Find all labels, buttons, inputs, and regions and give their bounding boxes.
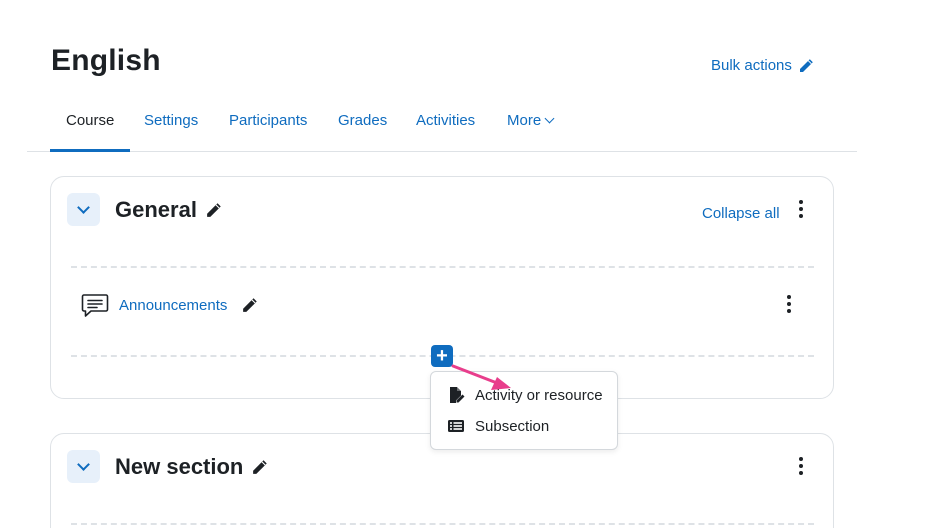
bulk-actions-label: Bulk actions [711, 57, 792, 74]
course-nav-tabs: Course Settings Participants Grades Acti… [27, 104, 857, 152]
tab-grades[interactable]: Grades [338, 104, 387, 152]
tab-more-label: More [507, 112, 542, 129]
activity-menu-kebab-icon[interactable] [779, 293, 799, 315]
tab-course-label: Course [66, 112, 115, 129]
page-title: English [51, 44, 161, 77]
add-content-menu: Activity or resource Subsection [430, 371, 618, 450]
tab-more[interactable]: More [507, 104, 555, 152]
pencil-icon[interactable] [205, 202, 222, 219]
list-icon [448, 420, 464, 432]
file-edit-icon [450, 387, 465, 403]
chevron-down-icon [544, 113, 555, 124]
chevron-down-icon [77, 201, 90, 214]
section-collapse-toggle[interactable] [67, 450, 100, 483]
section-menu-kebab-icon[interactable] [791, 198, 811, 220]
tab-activities[interactable]: Activities [416, 104, 475, 152]
divider [71, 523, 814, 525]
menu-item-label: Subsection [475, 417, 550, 435]
chevron-down-icon [77, 458, 90, 471]
tab-activities-label: Activities [416, 112, 476, 129]
pencil-icon [799, 58, 813, 72]
add-content-button[interactable]: + [431, 345, 453, 367]
menu-item-activity-or-resource[interactable]: Activity or resource [447, 386, 603, 404]
activity-link-announcements[interactable]: Announcements [119, 297, 227, 314]
pencil-icon[interactable] [251, 459, 268, 476]
forum-icon [81, 294, 109, 317]
menu-item-label: Activity or resource [475, 386, 603, 404]
plus-icon: + [436, 344, 448, 367]
section-title-text: General [115, 197, 197, 222]
divider [71, 266, 814, 268]
collapse-all-link[interactable]: Collapse all [702, 205, 780, 222]
tab-course[interactable]: Course [50, 104, 131, 152]
tab-grades-label: Grades [338, 112, 388, 129]
menu-item-subsection[interactable]: Subsection [447, 417, 549, 435]
tab-settings-label: Settings [144, 112, 199, 129]
pencil-icon[interactable] [241, 297, 258, 314]
tab-participants[interactable]: Participants [229, 104, 307, 152]
section-menu-kebab-icon[interactable] [791, 455, 811, 477]
activity-item: Announcements [81, 291, 258, 319]
tab-settings[interactable]: Settings [144, 104, 198, 152]
section-title: General [115, 197, 222, 223]
section-title: New section [115, 454, 268, 480]
section-title-text: New section [115, 454, 244, 479]
bulk-actions-button[interactable]: Bulk actions [711, 57, 814, 74]
tab-participants-label: Participants [229, 112, 308, 129]
section-collapse-toggle[interactable] [67, 193, 100, 226]
